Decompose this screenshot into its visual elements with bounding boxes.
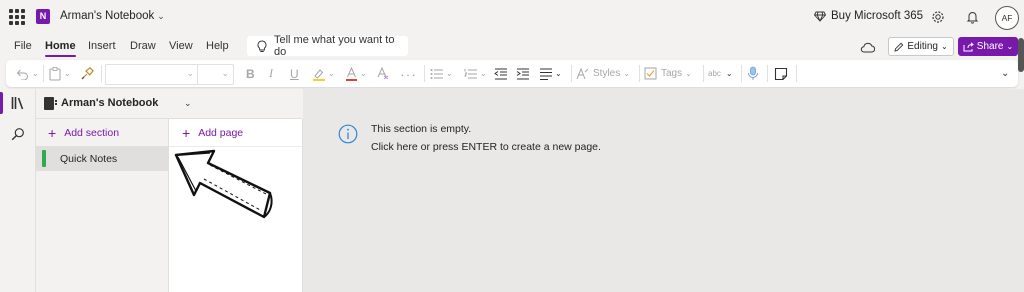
title-bar: N Arman's Notebook ⌄ Buy Microsoft 365 AF <box>0 0 1024 34</box>
more-options-icon[interactable]: ··· <box>400 65 417 82</box>
styles-label: Styles <box>593 68 621 79</box>
chevron-down-icon: ⌄ <box>1006 42 1014 51</box>
page-canvas[interactable]: This section is empty. Click here or pre… <box>303 89 1024 292</box>
bold-button[interactable]: B <box>246 65 255 82</box>
font-color-icon[interactable]: ⌄ <box>345 65 367 82</box>
bell-icon[interactable] <box>964 9 980 25</box>
share-label: Share <box>976 41 1004 52</box>
chevron-down-icon: ⌄ <box>221 68 229 78</box>
editing-label: Editing <box>907 41 938 52</box>
chevron-down-icon: ⌄ <box>157 11 165 21</box>
lightbulb-icon <box>257 40 267 53</box>
expand-ribbon-icon[interactable]: ⌄ <box>1001 65 1009 82</box>
onenote-logo-icon: N <box>36 9 50 24</box>
font-size-select[interactable]: ⌄ <box>197 64 234 85</box>
tags-label: Tags <box>661 68 683 79</box>
add-section-button[interactable]: + Add section <box>48 125 120 141</box>
notebook-title-dropdown[interactable]: Arman's Notebook ⌄ <box>60 10 165 22</box>
notebook-title: Arman's Notebook <box>60 10 155 22</box>
notebook-header[interactable]: Arman's Notebook ⌄ <box>36 89 302 119</box>
notebook-icon <box>44 97 57 110</box>
font-family-select[interactable]: ⌄ <box>105 64 199 85</box>
notebook-name: Arman's Notebook <box>61 97 159 109</box>
left-rail <box>0 89 36 292</box>
diamond-icon <box>814 11 826 22</box>
highlight-icon[interactable]: ⌄ <box>312 65 335 82</box>
menu-draw[interactable]: Draw <box>130 40 156 52</box>
plus-icon: + <box>48 125 57 141</box>
pencil-icon <box>894 42 904 52</box>
section-item-quick-notes[interactable]: Quick Notes <box>36 146 168 171</box>
editing-mode-button[interactable]: Editing ⌄ <box>888 37 954 56</box>
menu-help[interactable]: Help <box>206 40 229 52</box>
decrease-indent-icon[interactable] <box>494 65 508 82</box>
chevron-down-icon: ⌄ <box>184 98 192 108</box>
avatar[interactable]: AF <box>995 6 1019 30</box>
library-icon[interactable] <box>10 95 26 111</box>
dictate-icon[interactable] <box>747 65 759 82</box>
share-button[interactable]: Share ⌄ <box>958 37 1018 56</box>
section-color-tab <box>42 150 46 167</box>
italic-button[interactable]: I <box>269 65 273 82</box>
create-page-hint[interactable]: Click here or press ENTER to create a ne… <box>371 141 601 153</box>
styles-button[interactable]: Styles ⌄ <box>576 65 630 82</box>
waffle-icon[interactable] <box>9 9 25 25</box>
chevron-down-icon: ⌄ <box>186 68 194 78</box>
rail-active-indicator <box>0 92 3 114</box>
clear-formatting-icon[interactable] <box>376 65 390 82</box>
window-scrollbar[interactable] <box>1018 38 1024 72</box>
tag-checkbox-icon <box>644 67 657 80</box>
hand-drawn-arrow <box>174 149 273 219</box>
section-item-label: Quick Notes <box>60 153 118 165</box>
empty-section-message: This section is empty. <box>371 123 472 135</box>
sticky-note-icon[interactable] <box>774 65 788 82</box>
info-icon <box>338 124 358 144</box>
undo-icon[interactable]: ⌄ <box>15 65 39 82</box>
menu-view[interactable]: View <box>169 40 193 52</box>
spelling-button[interactable]: abc ⌄ <box>708 65 733 82</box>
format-painter-icon[interactable] <box>81 65 94 82</box>
gear-icon[interactable] <box>930 9 946 25</box>
tell-me-placeholder: Tell me what you want to do <box>274 34 395 58</box>
tags-button[interactable]: Tags ⌄ <box>644 65 692 82</box>
search-icon[interactable] <box>10 126 26 142</box>
add-page-label: Add page <box>198 127 244 139</box>
add-section-label: Add section <box>64 127 120 139</box>
paste-icon[interactable]: ⌄ <box>49 65 71 82</box>
tell-me-search[interactable]: Tell me what you want to do <box>247 34 408 58</box>
chevron-down-icon: ⌄ <box>940 42 948 51</box>
increase-indent-icon[interactable] <box>516 65 530 82</box>
cloud-icon[interactable] <box>860 40 876 58</box>
buy-label: Buy Microsoft 365 <box>831 10 924 22</box>
buy-microsoft-365-button[interactable]: Buy Microsoft 365 <box>814 10 923 22</box>
spelling-label: abc <box>708 69 721 78</box>
styles-icon <box>576 67 589 80</box>
ribbon-toolbar: ⌄ ⌄ ⌄ ⌄ B I U ⌄ ⌄ ··· ⌄ ⌄ ⌄ Styles ⌄ Tag… <box>6 60 1018 87</box>
sections-pane: + Add section Quick Notes <box>36 119 169 292</box>
plus-icon: + <box>182 125 191 141</box>
menu-insert[interactable]: Insert <box>88 40 116 52</box>
underline-button[interactable]: U <box>290 65 299 82</box>
menu-file[interactable]: File <box>14 40 32 52</box>
share-icon <box>963 41 974 51</box>
add-page-button[interactable]: + Add page <box>182 125 244 141</box>
align-icon[interactable]: ⌄ <box>539 65 562 82</box>
bullets-icon[interactable]: ⌄ <box>430 65 453 82</box>
menu-home[interactable]: Home <box>45 40 76 57</box>
numbering-icon[interactable]: ⌄ <box>464 65 487 82</box>
